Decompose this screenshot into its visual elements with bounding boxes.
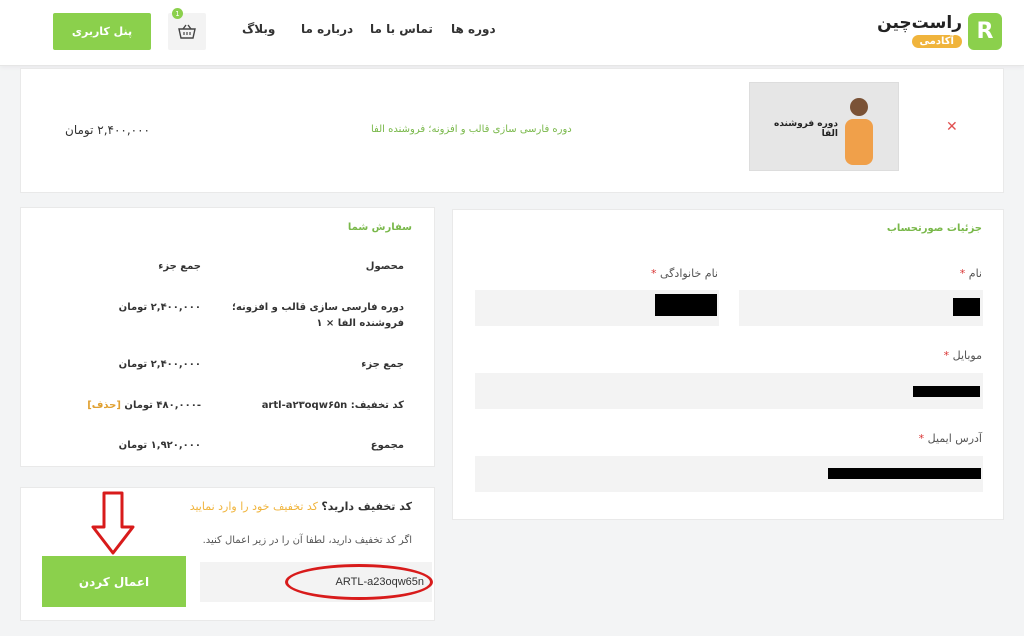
discount-label: کد تخفیف: artl-a۲۳oqw۶۵n: [261, 400, 404, 411]
first-name-field[interactable]: [739, 290, 983, 326]
logo-subtitle: آکادمی: [911, 35, 962, 48]
coupon-heading: کد تخفیف دارید؟ کد تخفیف خود را وارد نما…: [190, 500, 412, 513]
order-item-line2: فروشنده الفا × ۱: [316, 318, 404, 329]
required-mark: *: [918, 432, 925, 445]
required-mark: *: [959, 267, 966, 280]
highlight-ellipse: [285, 564, 433, 600]
arrow-down-icon: [91, 491, 135, 555]
nav-about[interactable]: درباره ما: [301, 22, 353, 36]
order-item-line1: دوره فارسی سازی قالب و افزونه؛: [231, 302, 404, 313]
required-mark: *: [943, 349, 950, 362]
order-title: سفارش شما: [347, 222, 412, 233]
product-name-link[interactable]: دوره فارسی سازی قالب و افزونه؛ فروشنده ا…: [371, 124, 572, 135]
order-summary: سفارش شما محصول جمع جزء دوره فارسی سازی …: [20, 207, 435, 467]
logo-mark: R: [968, 13, 1002, 50]
discount-remove-link[interactable]: [حذف]: [87, 400, 121, 411]
coupon-box: کد تخفیف دارید؟ کد تخفیف خود را وارد نما…: [20, 487, 435, 621]
cart-count-badge: 1: [172, 8, 183, 19]
redaction-bar: [953, 298, 980, 316]
discount-row-value: -۴۸۰,۰۰۰ تومان [حذف]: [87, 400, 201, 411]
person-image: [845, 98, 873, 165]
cart-item-row: ✕ دوره فروشنده الفا دوره فارسی سازی قالب…: [20, 68, 1004, 193]
billing-details: جزئیات صورتحساب نام * نام خانوادگی * موب…: [452, 209, 1004, 520]
nav-contact[interactable]: تماس با ما: [370, 22, 433, 36]
total-label: مجموع: [370, 440, 404, 451]
nav-courses[interactable]: دوره ها: [451, 22, 496, 36]
mobile-field[interactable]: [475, 373, 983, 409]
discount-value: -۴۸۰,۰۰۰ تومان: [124, 400, 201, 411]
redaction-bar: [828, 468, 981, 479]
order-item-price: ۲,۴۰۰,۰۰۰ تومان: [118, 302, 201, 313]
redaction-bar: [655, 294, 717, 316]
last-name-field[interactable]: [475, 290, 719, 326]
close-icon[interactable]: ✕: [946, 119, 958, 135]
product-thumbnail: دوره فروشنده الفا: [749, 82, 899, 171]
redaction-bar: [913, 386, 980, 397]
subtotal-value: ۲,۴۰۰,۰۰۰ تومان: [118, 359, 201, 370]
email-field[interactable]: [475, 456, 983, 492]
subtotal-label: جمع جزء: [361, 359, 404, 370]
basket-icon: [178, 24, 196, 39]
first-name-label: نام *: [960, 267, 982, 280]
cart-button[interactable]: [168, 13, 206, 50]
col-subtotal-header: جمع جزء: [158, 261, 201, 272]
total-value: ۱,۹۲۰,۰۰۰ تومان: [118, 440, 201, 451]
mobile-label: موبایل *: [944, 349, 982, 362]
billing-title: جزئیات صورتحساب: [886, 223, 982, 234]
last-name-label: نام خانوادگی *: [651, 267, 718, 280]
coupon-description: اگر کد تخفیف دارید، لطفا آن را در زیر اع…: [202, 535, 412, 546]
product-price: ۲,۴۰۰,۰۰۰ تومان: [65, 123, 150, 137]
logo-name: راست‌چین: [877, 13, 962, 33]
mobile-label-text: موبایل: [952, 349, 982, 362]
col-product-header: محصول: [365, 261, 404, 272]
email-label: آدرس ایمیل *: [919, 432, 982, 445]
nav-blog[interactable]: وبلاگ: [242, 22, 275, 36]
first-name-label-text: نام: [968, 267, 982, 280]
coupon-question: کد تخفیف دارید؟: [321, 500, 412, 513]
last-name-label-text: نام خانوادگی: [660, 267, 718, 280]
email-label-text: آدرس ایمیل: [927, 432, 982, 445]
apply-coupon-button[interactable]: اعمال کردن: [42, 556, 186, 607]
site-header: پنل کاربری 1 وبلاگ درباره ما تماس با ما …: [0, 0, 1024, 66]
site-logo[interactable]: R راست‌چین آکادمی: [877, 13, 1002, 53]
thumbnail-title: دوره فروشنده الفا: [774, 119, 838, 139]
user-panel-button[interactable]: پنل کاربری: [53, 13, 151, 50]
coupon-hint-link[interactable]: کد تخفیف خود را وارد نمایید: [190, 500, 318, 513]
required-mark: *: [651, 267, 657, 280]
